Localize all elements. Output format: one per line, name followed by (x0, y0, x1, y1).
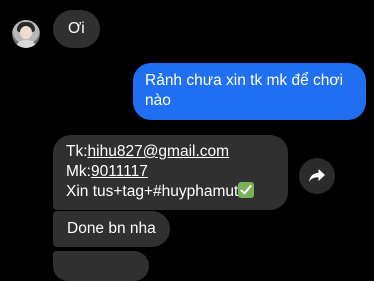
contact-avatar[interactable] (12, 20, 40, 48)
avatar-face (20, 26, 32, 39)
account-label: Tk: (66, 143, 88, 160)
share-arrow-icon (309, 169, 325, 182)
message-text: Ơi (68, 20, 85, 37)
message-text: Rảnh chưa xin tk mk để chơi nào (145, 72, 344, 109)
message-text: Done bn nha (67, 220, 156, 237)
account-line: Tk:hihu827@gmail.com (66, 142, 275, 162)
share-button[interactable] (299, 158, 335, 194)
avatar-body (15, 40, 37, 48)
note-text: Xin tus+tag+#huyphamut (66, 183, 239, 200)
message-bubble-incoming[interactable]: Done bn nha (53, 211, 170, 247)
password-line: Mk:9011117 (66, 162, 275, 182)
message-bubble-incoming[interactable]: Ơi (53, 10, 100, 48)
phone-number-link[interactable]: 9011117 (91, 163, 148, 180)
message-bubble-outgoing[interactable]: Rảnh chưa xin tk mk để chơi nào (133, 63, 366, 120)
note-line: Xin tus+tag+#huyphamut (66, 182, 275, 202)
email-link[interactable]: hihu827@gmail.com (88, 143, 230, 160)
check-mark-emoji-icon (238, 182, 255, 198)
message-bubble-account[interactable]: Tk:hihu827@gmail.com Mk:9011117 Xin tus+… (53, 135, 288, 210)
password-label: Mk: (66, 163, 91, 180)
message-bubble-partial[interactable] (53, 251, 149, 281)
